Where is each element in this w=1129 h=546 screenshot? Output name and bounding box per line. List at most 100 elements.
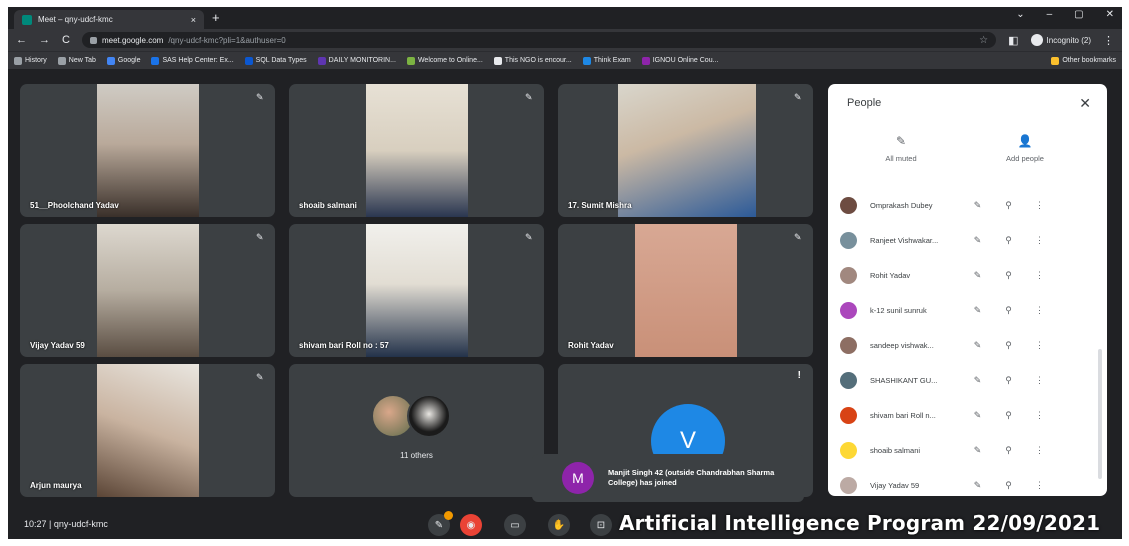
bookmark-label: New Tab bbox=[68, 57, 96, 64]
bookmark-item[interactable]: Welcome to Online... bbox=[406, 56, 483, 65]
pin-icon[interactable]: ⚲ bbox=[993, 270, 1024, 281]
camera-off-button[interactable]: ◉ bbox=[460, 514, 482, 536]
bookmark-item[interactable]: New Tab bbox=[57, 56, 96, 65]
bookmark-item[interactable]: SQL Data Types bbox=[244, 56, 307, 65]
maximize-button[interactable]: ▢ bbox=[1074, 9, 1083, 20]
pin-icon[interactable]: ⚲ bbox=[993, 445, 1024, 456]
address-bar[interactable]: meet.google.com /qny-udcf-kmc?pli=1&auth… bbox=[81, 32, 997, 48]
more-options-icon[interactable]: ⋮ bbox=[1024, 480, 1055, 491]
bookmark-item[interactable]: Google bbox=[106, 56, 140, 65]
video-feed bbox=[97, 84, 199, 217]
raise-hand-button[interactable]: ✋ bbox=[548, 514, 570, 536]
forward-arrow-icon[interactable]: → bbox=[39, 34, 50, 46]
bookmark-favicon-icon bbox=[244, 56, 253, 65]
more-options-icon[interactable]: ⋮ bbox=[1024, 375, 1055, 386]
participant-row[interactable]: Ranjeet Vishwakar... ✎ ⚲ ⋮ bbox=[828, 223, 1107, 258]
more-options-icon[interactable]: ⋮ bbox=[1024, 200, 1055, 211]
incognito-indicator[interactable]: Incognito (2) bbox=[1030, 34, 1091, 46]
mic-off-icon[interactable]: ✎ bbox=[962, 270, 993, 281]
microphone-button[interactable]: ✎ bbox=[428, 511, 453, 536]
participant-row[interactable]: k-12 sunil sunruk ✎ ⚲ ⋮ bbox=[828, 293, 1107, 328]
participant-tile[interactable]: ✎ Rohit Yadav bbox=[558, 224, 813, 357]
pin-icon[interactable]: ⚲ bbox=[993, 480, 1024, 491]
back-arrow-icon[interactable]: ← bbox=[16, 34, 27, 46]
mic-off-icon[interactable]: ✎ bbox=[962, 305, 993, 316]
bookmark-label: IGNOU Online Cou... bbox=[652, 57, 719, 64]
participant-row[interactable]: Rohit Yadav ✎ ⚲ ⋮ bbox=[828, 258, 1107, 293]
more-options-icon[interactable]: ⋮ bbox=[1024, 270, 1055, 281]
participant-row[interactable]: shoaib salmani ✎ ⚲ ⋮ bbox=[828, 433, 1107, 468]
mic-off-icon[interactable]: ✎ bbox=[962, 340, 993, 351]
bookmark-star-icon[interactable]: ☆ bbox=[979, 35, 988, 46]
participant-row[interactable]: SHASHIKANT GU... ✎ ⚲ ⋮ bbox=[828, 363, 1107, 398]
others-tile[interactable]: 11 others bbox=[289, 364, 544, 497]
more-options-icon[interactable]: ⋮ bbox=[1024, 410, 1055, 421]
kebab-menu-icon[interactable]: ⋮ bbox=[1103, 34, 1114, 47]
close-icon[interactable]: ✕ bbox=[1079, 95, 1091, 112]
tab-search-icon[interactable]: ⌄ bbox=[1016, 9, 1024, 20]
watermark-text: Artificial Intelligence Program 22/09/20… bbox=[619, 511, 1101, 535]
mic-off-icon: ✎ bbox=[256, 232, 264, 242]
tab-grid-icon[interactable]: ◧ bbox=[1008, 34, 1018, 47]
present-button[interactable]: ⊡ bbox=[590, 514, 612, 536]
more-options-icon[interactable]: ⋮ bbox=[1024, 305, 1055, 316]
mic-off-icon[interactable]: ✎ bbox=[962, 375, 993, 386]
url-path: /qny-udcf-kmc?pli=1&authuser=0 bbox=[168, 35, 286, 45]
participant-row[interactable]: Omprakash Dubey ✎ ⚲ ⋮ bbox=[828, 188, 1107, 223]
bookmark-item[interactable]: DAILY MONITORIN... bbox=[317, 56, 396, 65]
new-tab-button[interactable]: + bbox=[212, 10, 220, 25]
mute-all-button[interactable]: ✎ All muted bbox=[856, 134, 946, 163]
more-options-icon[interactable]: ⋮ bbox=[1024, 445, 1055, 456]
bookmark-item[interactable]: This NGO is encour... bbox=[493, 56, 572, 65]
bookmark-item[interactable]: History bbox=[14, 56, 47, 65]
participant-tile[interactable]: ✎ shoaib salmani bbox=[289, 84, 544, 217]
mic-off-icon[interactable]: ✎ bbox=[962, 200, 993, 211]
more-options-icon[interactable]: ⋮ bbox=[1024, 340, 1055, 351]
avatar bbox=[840, 197, 857, 214]
captions-button[interactable]: ▭ bbox=[504, 514, 526, 536]
add-people-button[interactable]: 👤 Add people bbox=[980, 134, 1070, 163]
avatar bbox=[840, 477, 857, 494]
close-window-button[interactable]: ✕ bbox=[1106, 9, 1114, 20]
bookmark-item[interactable]: SAS Help Center: Ex... bbox=[151, 56, 234, 65]
incognito-label: Incognito (2) bbox=[1046, 35, 1091, 45]
bookmark-item[interactable]: IGNOU Online Cou... bbox=[641, 56, 719, 65]
participant-tile[interactable]: ✎ Arjun maurya bbox=[20, 364, 275, 497]
minimize-button[interactable]: – bbox=[1047, 9, 1053, 20]
other-bookmarks[interactable]: Other bookmarks bbox=[1051, 56, 1116, 65]
more-options-icon[interactable]: ⋮ bbox=[1024, 235, 1055, 246]
participant-tile[interactable]: ✎ 51__Phoolchand Yadav bbox=[20, 84, 275, 217]
pin-icon[interactable]: ⚲ bbox=[993, 305, 1024, 316]
tab-close-icon[interactable]: × bbox=[191, 15, 196, 25]
participant-row[interactable]: Vijay Yadav 59 ✎ ⚲ ⋮ bbox=[828, 468, 1107, 496]
participant-tile[interactable]: ✎ shivam bari Roll no : 57 bbox=[289, 224, 544, 357]
participant-tile[interactable]: ✎ Vijay Yadav 59 bbox=[20, 224, 275, 357]
pin-icon[interactable]: ⚲ bbox=[993, 375, 1024, 386]
separator: | bbox=[49, 519, 52, 529]
pin-icon[interactable]: ⚲ bbox=[993, 200, 1024, 211]
avatar bbox=[840, 302, 857, 319]
scrollbar[interactable] bbox=[1098, 349, 1102, 479]
mic-off-icon[interactable]: ✎ bbox=[962, 235, 993, 246]
mic-off-icon[interactable]: ✎ bbox=[962, 480, 993, 491]
video-feed bbox=[97, 364, 199, 497]
mic-off-icon[interactable]: ✎ bbox=[962, 410, 993, 421]
pin-icon[interactable]: ⚲ bbox=[993, 410, 1024, 421]
browser-tab[interactable]: Meet – qny-udcf-kmc × bbox=[14, 10, 204, 29]
bookmark-item[interactable]: Think Exam bbox=[582, 56, 631, 65]
participant-tile[interactable]: ✎ 17. Sumit Mishra bbox=[558, 84, 813, 217]
pin-icon[interactable]: ⚲ bbox=[993, 340, 1024, 351]
add-people-label: Add people bbox=[1006, 154, 1044, 163]
participant-name: Vijay Yadav 59 bbox=[30, 341, 85, 350]
lock-icon bbox=[89, 36, 97, 44]
bookmark-favicon-icon bbox=[151, 56, 160, 65]
pin-icon[interactable]: ⚲ bbox=[993, 235, 1024, 246]
mic-off-icon[interactable]: ✎ bbox=[962, 445, 993, 456]
participant-row[interactable]: sandeep vishwak... ✎ ⚲ ⋮ bbox=[828, 328, 1107, 363]
participant-row[interactable]: shivam bari Roll n... ✎ ⚲ ⋮ bbox=[828, 398, 1107, 433]
video-feed bbox=[618, 84, 756, 217]
bookmark-favicon-icon bbox=[106, 56, 115, 65]
reload-icon[interactable]: C bbox=[62, 34, 70, 46]
bookmark-favicon-icon bbox=[582, 56, 591, 65]
bookmark-label: DAILY MONITORIN... bbox=[328, 57, 396, 64]
